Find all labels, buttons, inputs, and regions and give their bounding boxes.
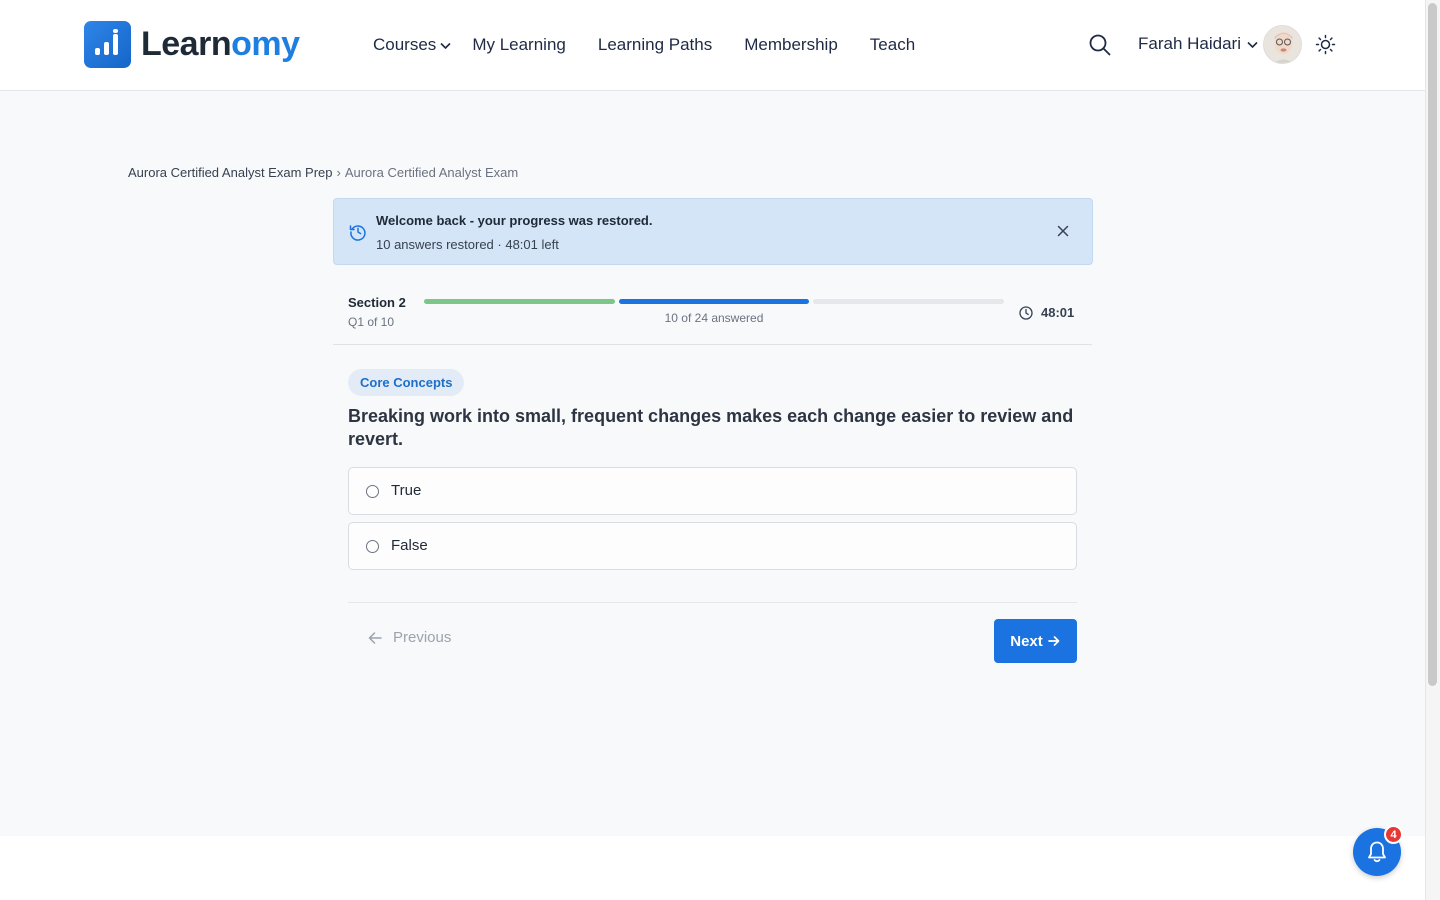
- sun-icon[interactable]: [1315, 34, 1336, 55]
- radio-button[interactable]: [366, 485, 379, 498]
- user-name: Farah Haidari: [1138, 34, 1241, 53]
- logo-chart-icon: [84, 21, 131, 68]
- progress-segment-pending: [813, 299, 1005, 304]
- main-nav: Courses My Learning Learning Paths Membe…: [373, 34, 947, 56]
- progress-panel: Section 2 Q1 of 10 10 of 24 answered 48:…: [333, 282, 1092, 345]
- breadcrumb-separator: ›: [336, 165, 341, 180]
- top-header: Learnomy Courses My Learning Learning Pa…: [0, 0, 1425, 91]
- nav-courses-label: Courses: [373, 35, 437, 54]
- user-menu[interactable]: Farah Haidari: [1138, 34, 1259, 54]
- question-position: Q1 of 10: [348, 315, 395, 329]
- nav-membership[interactable]: Membership: [744, 34, 838, 56]
- timer: 48:01: [1019, 305, 1074, 320]
- next-label: Next: [1010, 632, 1043, 650]
- progress-restored-alert: Welcome back - your progress was restore…: [333, 198, 1093, 265]
- progress-segment-complete: [424, 299, 615, 304]
- bell-icon: [1368, 841, 1386, 863]
- arrow-right-icon: [1047, 636, 1060, 646]
- breadcrumb: Aurora Certified Analyst Exam Prep › Auror…: [128, 165, 518, 180]
- radio-button[interactable]: [366, 540, 379, 553]
- answered-count: 10 of 24 answered: [664, 311, 764, 325]
- nav-learning-paths[interactable]: Learning Paths: [598, 34, 712, 56]
- alert-subtitle: 10 answers restored · 48:01 left: [376, 237, 559, 252]
- option-label: False: [391, 537, 428, 554]
- close-icon[interactable]: [1056, 224, 1070, 238]
- breadcrumb-current: Aurora Certified Analyst Exam: [344, 165, 519, 180]
- question-text: Breaking work into small, frequent chang…: [348, 406, 1074, 449]
- divider: [348, 602, 1077, 603]
- option-label: True: [391, 482, 422, 499]
- logo[interactable]: Learnomy: [84, 21, 300, 68]
- previous-button[interactable]: Previous: [367, 629, 451, 646]
- timer-value: 48:01: [1041, 305, 1075, 320]
- topic-tag: Core Concepts: [348, 369, 465, 396]
- nav-courses[interactable]: Courses: [373, 34, 452, 56]
- chevron-down-icon: [1246, 38, 1259, 51]
- history-icon: [349, 223, 367, 241]
- option-false[interactable]: False: [348, 522, 1077, 570]
- next-button[interactable]: Next: [994, 619, 1077, 663]
- notification-badge: 4: [1384, 825, 1403, 844]
- arrow-left-icon: [368, 631, 382, 644]
- search-icon[interactable]: [1088, 33, 1112, 57]
- chevron-down-icon: [439, 39, 452, 52]
- nav-my-learning[interactable]: My Learning: [472, 34, 566, 56]
- logo-text: Learnomy: [141, 25, 300, 63]
- breadcrumb-parent-link[interactable]: Aurora Certified Analyst Exam Prep: [128, 165, 332, 180]
- option-true[interactable]: True: [348, 467, 1077, 515]
- previous-label: Previous: [393, 629, 452, 646]
- scrollbar-thumb[interactable]: [1428, 3, 1437, 686]
- section-label: Section 2: [348, 295, 406, 310]
- avatar[interactable]: [1263, 25, 1302, 64]
- progress-segment-current: [618, 299, 810, 304]
- clock-icon: [1019, 305, 1033, 320]
- nav-teach[interactable]: Teach: [870, 34, 915, 56]
- progress-segments: [424, 299, 1005, 304]
- alert-title: Welcome back - your progress was restore…: [376, 213, 653, 228]
